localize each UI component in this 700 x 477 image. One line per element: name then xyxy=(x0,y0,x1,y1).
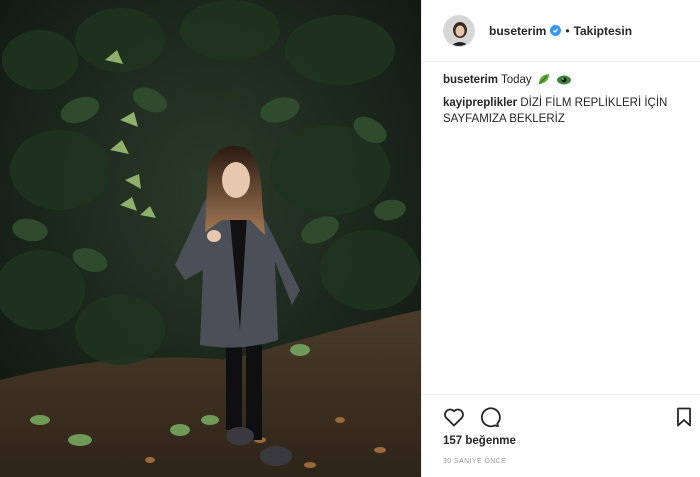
avatar[interactable] xyxy=(443,14,475,47)
likes-count[interactable]: 157 beğenme xyxy=(443,435,516,447)
post-header: buseterim • Takiptesin xyxy=(422,0,700,62)
verified-badge-icon xyxy=(550,25,562,36)
post-timestamp[interactable]: 30 SANİYE ÖNCE xyxy=(443,458,506,465)
comment-icon[interactable] xyxy=(477,405,501,429)
heart-icon[interactable] xyxy=(442,405,466,429)
comment-username[interactable]: kayipreplikler xyxy=(443,97,517,109)
actions-section: 157 beğenme 30 SANİYE ÖNCE xyxy=(422,394,700,477)
separator-dot: • xyxy=(565,23,570,38)
caption: buseterim Today kayipreplikler DİZİ FİLM… xyxy=(443,72,693,127)
caption-username[interactable]: buseterim xyxy=(443,74,498,86)
caption-line: buseterim Today xyxy=(443,72,693,91)
comment-item: kayipreplikler DİZİ FİLM REPLİKLERİ İÇİN… xyxy=(443,95,693,127)
photo-illustration xyxy=(0,0,421,477)
post-photo[interactable] xyxy=(0,0,421,477)
eye-emoji-icon xyxy=(556,74,572,91)
bookmark-icon[interactable] xyxy=(672,405,696,429)
follow-status-button[interactable]: Takiptesin xyxy=(574,24,632,38)
caption-text: Today xyxy=(500,74,532,86)
post-sidebar: buseterim • Takiptesin buseterim Today k… xyxy=(421,0,700,477)
leaf-emoji-icon xyxy=(537,72,551,91)
header-username[interactable]: buseterim xyxy=(489,24,546,38)
